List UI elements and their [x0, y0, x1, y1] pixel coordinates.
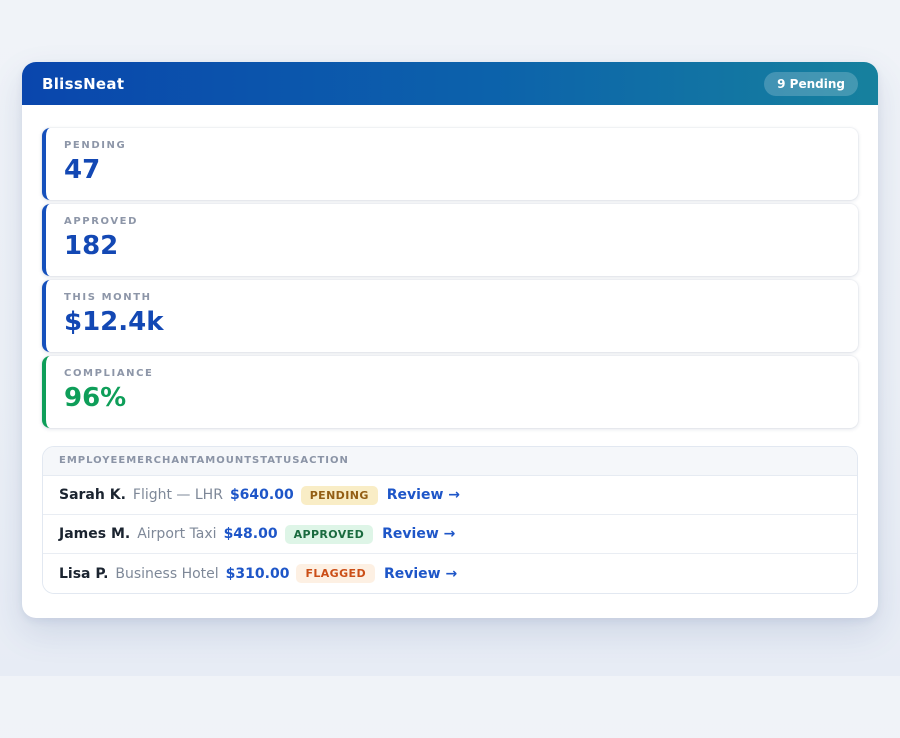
panel-body: PENDING 47 APPROVED 182 THIS MONTH $12.4… [22, 105, 878, 618]
merchant-name: Business Hotel [115, 566, 218, 582]
merchant-name: Airport Taxi [137, 526, 216, 542]
review-link[interactable]: Review → [382, 526, 455, 542]
status-badge: PENDING [301, 486, 378, 505]
amount-value: $640.00 [230, 487, 294, 503]
app-header: BlissNeat 9 Pending [22, 62, 878, 105]
stat-label: COMPLIANCE [64, 368, 840, 379]
stat-card-approved: APPROVED 182 [42, 204, 858, 276]
main-panel: BlissNeat 9 Pending PENDING 47 APPROVED … [22, 62, 878, 618]
stat-value: 96% [64, 384, 840, 413]
column-header-employee: EMPLOYEE [59, 455, 126, 466]
table-row: Lisa P. Business Hotel $310.00 FLAGGED R… [43, 554, 857, 593]
employee-name: James M. [59, 526, 130, 542]
amount-value: $310.00 [226, 566, 290, 582]
review-link[interactable]: Review → [384, 566, 457, 582]
column-header-merchant: MERCHANT [126, 455, 196, 466]
stat-value: 47 [64, 156, 840, 185]
column-header-action: ACTION [300, 455, 349, 466]
stat-value: $12.4k [64, 308, 840, 337]
merchant-name: Flight — LHR [133, 487, 223, 503]
stat-label: PENDING [64, 140, 840, 151]
status-badge: FLAGGED [296, 564, 375, 583]
pending-count-badge: 9 Pending [764, 72, 858, 96]
stat-label: APPROVED [64, 216, 840, 227]
table-row: James M. Airport Taxi $48.00 APPROVED Re… [43, 515, 857, 554]
stat-card-pending: PENDING 47 [42, 128, 858, 200]
employee-name: Sarah K. [59, 487, 126, 503]
employee-name: Lisa P. [59, 566, 108, 582]
app-title: BlissNeat [42, 75, 124, 93]
table-header-row: EMPLOYEEMERCHANTAMOUNTSTATUSACTION [43, 447, 857, 476]
review-link[interactable]: Review → [387, 487, 460, 503]
expense-table: EMPLOYEEMERCHANTAMOUNTSTATUSACTION Sarah… [42, 446, 858, 594]
stat-card-this-month: THIS MONTH $12.4k [42, 280, 858, 352]
status-badge: APPROVED [285, 525, 374, 544]
stat-label: THIS MONTH [64, 292, 840, 303]
table-row: Sarah K. Flight — LHR $640.00 PENDING Re… [43, 476, 857, 515]
stat-card-compliance: COMPLIANCE 96% [42, 356, 858, 428]
amount-value: $48.00 [224, 526, 278, 542]
column-header-status: STATUS [252, 455, 300, 466]
stat-value: 182 [64, 232, 840, 261]
column-header-amount: AMOUNT [197, 455, 253, 466]
